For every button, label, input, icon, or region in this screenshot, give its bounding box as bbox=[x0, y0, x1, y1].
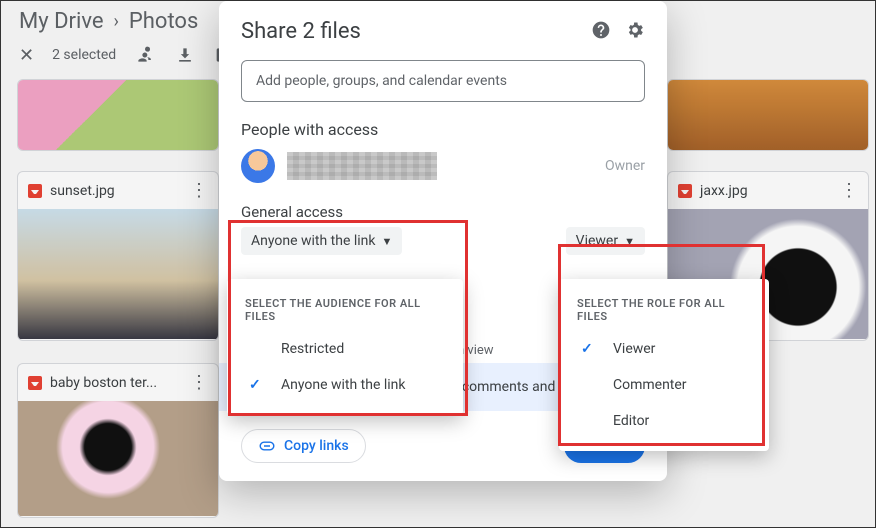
check-icon: ✓ bbox=[249, 377, 267, 393]
add-people-input[interactable]: Add people, groups, and calendar events bbox=[241, 60, 645, 102]
general-access-header: General access bbox=[241, 203, 645, 221]
people-with-access-header: People with access bbox=[241, 120, 645, 139]
thumbnail-card[interactable] bbox=[667, 79, 869, 151]
thumbnail-card[interactable] bbox=[17, 79, 219, 151]
file-card-baby-boston[interactable]: baby boston ter... ⋮ bbox=[17, 363, 219, 518]
gear-icon[interactable] bbox=[625, 20, 645, 44]
copy-link-button[interactable]: Copy links bbox=[241, 429, 366, 463]
chevron-right-icon: › bbox=[114, 11, 119, 32]
file-name: jaxx.jpg bbox=[700, 183, 748, 199]
file-name: sunset.jpg bbox=[50, 183, 115, 199]
owner-label: Owner bbox=[605, 158, 645, 174]
caret-down-icon: ▼ bbox=[624, 235, 635, 248]
avatar bbox=[241, 149, 275, 183]
share-icon[interactable] bbox=[134, 44, 156, 66]
role-caption: SELECT THE ROLE FOR ALL FILES bbox=[559, 289, 769, 331]
owner-name-redacted bbox=[287, 152, 437, 180]
close-selection-icon[interactable]: ✕ bbox=[19, 45, 34, 66]
image-icon bbox=[28, 184, 42, 198]
caret-down-icon: ▼ bbox=[382, 235, 393, 248]
file-card-sunset[interactable]: sunset.jpg ⋮ bbox=[17, 171, 219, 341]
check-icon: ✓ bbox=[581, 341, 599, 357]
more-icon[interactable]: ⋮ bbox=[190, 180, 208, 201]
role-option-viewer[interactable]: ✓Viewer bbox=[559, 331, 769, 367]
more-icon[interactable]: ⋮ bbox=[840, 180, 858, 201]
role-option-editor[interactable]: ✓Editor bbox=[559, 403, 769, 439]
audience-option-anyone[interactable]: ✓Anyone with the link bbox=[227, 367, 463, 403]
role-dropdown[interactable]: Viewer▼ bbox=[566, 227, 645, 255]
owner-row: Owner bbox=[241, 149, 645, 183]
breadcrumb-root[interactable]: My Drive bbox=[19, 9, 104, 34]
role-option-commenter[interactable]: ✓Commenter bbox=[559, 367, 769, 403]
selection-count: 2 selected bbox=[52, 47, 116, 63]
role-dropdown-panel: SELECT THE ROLE FOR ALL FILES ✓Viewer ✓C… bbox=[559, 279, 769, 451]
audience-dropdown[interactable]: Anyone with the link▼ bbox=[241, 227, 402, 255]
file-name: baby boston ter... bbox=[50, 375, 157, 391]
breadcrumb-current[interactable]: Photos bbox=[129, 9, 198, 34]
help-icon[interactable] bbox=[591, 20, 611, 44]
download-icon[interactable] bbox=[174, 44, 196, 66]
audience-caption: SELECT THE AUDIENCE FOR ALL FILES bbox=[227, 289, 463, 331]
share-dialog: Share 2 files Add people, groups, and ca… bbox=[219, 1, 667, 481]
image-icon bbox=[678, 184, 692, 198]
more-icon[interactable]: ⋮ bbox=[190, 372, 208, 393]
dialog-title: Share 2 files bbox=[241, 19, 361, 44]
image-icon bbox=[28, 376, 42, 390]
audience-dropdown-panel: SELECT THE AUDIENCE FOR ALL FILES ✓Restr… bbox=[227, 279, 463, 415]
audience-option-restricted[interactable]: ✓Restricted bbox=[227, 331, 463, 367]
